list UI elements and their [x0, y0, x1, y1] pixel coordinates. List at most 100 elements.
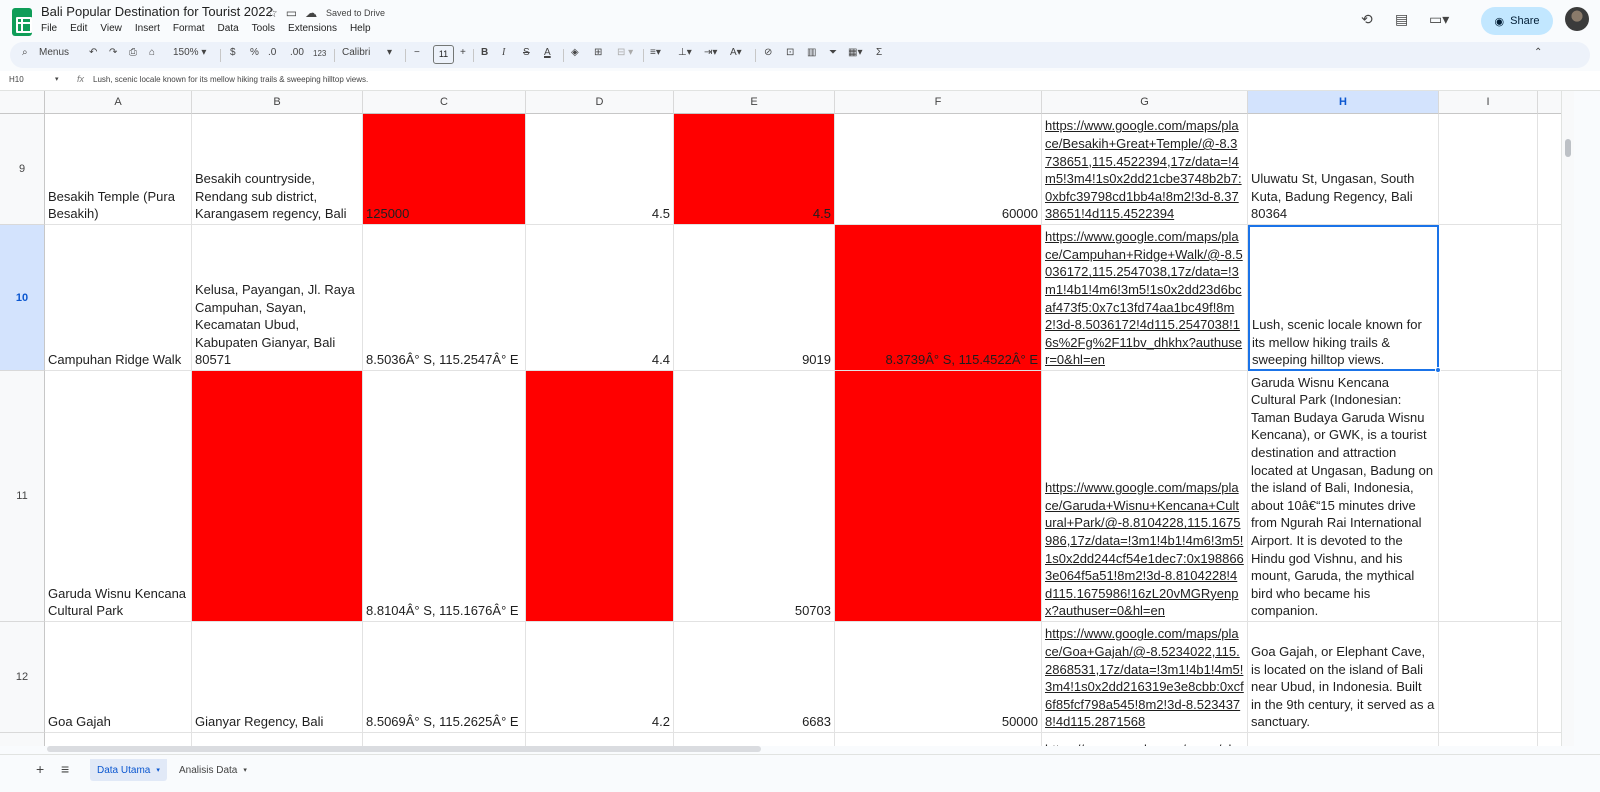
vertical-scroll-thumb[interactable]: [1565, 139, 1571, 157]
cell-a10[interactable]: Campuhan Ridge Walk: [45, 225, 192, 371]
italic-button[interactable]: I: [502, 47, 505, 58]
comments-icon[interactable]: ▤: [1395, 11, 1408, 28]
column-header-partial[interactable]: [1538, 91, 1561, 114]
cell-partial[interactable]: [1538, 371, 1561, 622]
column-header-g[interactable]: G: [1042, 91, 1248, 114]
cell-dnext[interactable]: [526, 733, 674, 746]
cell-c11[interactable]: 8.8104Â° S, 115.1676Â° E: [363, 371, 526, 622]
horizontal-scroll-thumb[interactable]: [47, 746, 761, 752]
font-select[interactable]: Calibri ▾: [342, 47, 392, 58]
cell-bnext[interactable]: [192, 733, 363, 746]
font-size-input[interactable]: 11: [433, 45, 454, 64]
cell-i10[interactable]: [1439, 225, 1538, 371]
functions-button[interactable]: Σ: [876, 47, 882, 58]
filter-icon[interactable]: ⏷: [829, 47, 837, 58]
row-header[interactable]: [0, 733, 45, 746]
document-title[interactable]: Bali Popular Destination for Tourist 202…: [41, 4, 273, 19]
history-icon[interactable]: ⟲: [1361, 11, 1373, 28]
search-menus-button[interactable]: Menus: [39, 47, 69, 58]
cell-c10[interactable]: 8.5036Â° S, 115.2547Â° E: [363, 225, 526, 371]
column-header-d[interactable]: D: [526, 91, 674, 114]
redo-icon[interactable]: ↷: [109, 47, 117, 58]
chevron-down-icon[interactable]: ▾: [243, 766, 247, 774]
cell-d9[interactable]: 4.5: [526, 114, 674, 225]
cell-f12[interactable]: 50000: [835, 622, 1042, 733]
cell-cnext[interactable]: [363, 733, 526, 746]
cell-i11[interactable]: [1439, 371, 1538, 622]
print-icon[interactable]: ⎙: [129, 47, 137, 58]
menu-item-view[interactable]: View: [100, 23, 122, 34]
number-format-button[interactable]: 123: [313, 49, 326, 58]
cell-b9[interactable]: Besakih countryside, Rendang sub distric…: [192, 114, 363, 225]
menu-item-extensions[interactable]: Extensions: [288, 23, 337, 34]
zoom-select[interactable]: 150% ▾: [173, 47, 206, 58]
row-header[interactable]: 9: [0, 114, 45, 225]
cell-e12[interactable]: 6683: [674, 622, 835, 733]
borders-icon[interactable]: ⊞: [594, 47, 602, 58]
move-folder-icon[interactable]: ▭: [286, 6, 297, 20]
cell-g12[interactable]: https://www.google.com/maps/place/Goa+Ga…: [1042, 622, 1248, 733]
cell-g10[interactable]: https://www.google.com/maps/place/Campuh…: [1042, 225, 1248, 371]
cell-g9[interactable]: https://www.google.com/maps/place/Besaki…: [1042, 114, 1248, 225]
cell-d11[interactable]: [526, 371, 674, 622]
currency-format-button[interactable]: $: [230, 47, 236, 58]
cell-g11[interactable]: https://www.google.com/maps/place/Garuda…: [1042, 371, 1248, 622]
all-sheets-icon[interactable]: ≡: [61, 761, 69, 777]
menu-item-format[interactable]: Format: [173, 23, 205, 34]
strikethrough-button[interactable]: S: [523, 47, 530, 58]
filter-views-icon[interactable]: ▦▾: [848, 47, 862, 58]
cell-partial[interactable]: [1538, 225, 1561, 371]
star-icon[interactable]: ☆: [267, 6, 278, 20]
cell-a9[interactable]: Besakih Temple (Pura Besakih): [45, 114, 192, 225]
cloud-saved-icon[interactable]: ☁: [305, 6, 317, 20]
vertical-scrollbar[interactable]: [1561, 91, 1574, 746]
collapse-toolbar-icon[interactable]: ⌃: [1534, 47, 1542, 58]
percent-format-button[interactable]: %: [250, 47, 259, 58]
increase-decimal-button[interactable]: .00: [290, 47, 304, 58]
cell-link[interactable]: https://www.google.com/maps/place/Besaki…: [1045, 117, 1244, 223]
cell-partial[interactable]: [1538, 114, 1561, 225]
sheet-tab-analisis-data[interactable]: Analisis Data ▾: [172, 759, 254, 781]
menu-item-file[interactable]: File: [41, 23, 57, 34]
menu-item-insert[interactable]: Insert: [135, 23, 160, 34]
column-header-f[interactable]: F: [835, 91, 1042, 114]
cell-a12[interactable]: Goa Gajah: [45, 622, 192, 733]
chevron-down-icon[interactable]: ▾: [156, 766, 160, 774]
search-menus-icon[interactable]: ⌕: [22, 47, 28, 58]
cell-enext[interactable]: [674, 733, 835, 746]
cell-inext[interactable]: [1439, 733, 1538, 746]
increase-font-size-button[interactable]: +: [460, 47, 466, 58]
name-box[interactable]: H10: [9, 75, 24, 84]
menu-item-tools[interactable]: Tools: [252, 23, 275, 34]
cell-e10[interactable]: 9019: [674, 225, 835, 371]
cell-fnext[interactable]: [835, 733, 1042, 746]
cell-link[interactable]: https://www.google.com/maps/pl: [1045, 741, 1244, 746]
menu-item-edit[interactable]: Edit: [70, 23, 87, 34]
fill-color-icon[interactable]: ◈: [571, 47, 579, 58]
row-header[interactable]: 10: [0, 225, 45, 371]
decrease-font-size-button[interactable]: −: [414, 47, 420, 58]
insert-link-icon[interactable]: ⊘: [764, 47, 772, 58]
share-button[interactable]: ◉ Share: [1481, 7, 1553, 35]
horizontal-align-icon[interactable]: ≡▾: [650, 47, 661, 58]
add-sheet-icon[interactable]: +: [36, 761, 44, 777]
column-header-e[interactable]: E: [674, 91, 835, 114]
cell-anext[interactable]: [45, 733, 192, 746]
cell-c12[interactable]: 8.5069Â° S, 115.2625Â° E: [363, 622, 526, 733]
row-header[interactable]: 12: [0, 622, 45, 733]
cell-h9[interactable]: Uluwatu St, Ungasan, South Kuta, Badung …: [1248, 114, 1439, 225]
vertical-align-icon[interactable]: ⊥▾: [678, 47, 692, 58]
paint-format-icon[interactable]: ⌂: [149, 47, 155, 58]
cell-b10[interactable]: Kelusa, Payangan, Jl. Raya Campuhan, Say…: [192, 225, 363, 371]
column-header-c[interactable]: C: [363, 91, 526, 114]
cell-d10[interactable]: 4.4: [526, 225, 674, 371]
cell-e9[interactable]: 4.5: [674, 114, 835, 225]
cell-i9[interactable]: [1439, 114, 1538, 225]
undo-icon[interactable]: ↶: [89, 47, 97, 58]
cell-e11[interactable]: 50703: [674, 371, 835, 622]
fill-handle[interactable]: [1435, 367, 1441, 373]
bold-button[interactable]: B: [481, 47, 488, 58]
select-all-corner[interactable]: [0, 91, 45, 114]
cell-b12[interactable]: Gianyar Regency, Bali: [192, 622, 363, 733]
insert-comment-icon[interactable]: ⊡: [786, 47, 794, 58]
